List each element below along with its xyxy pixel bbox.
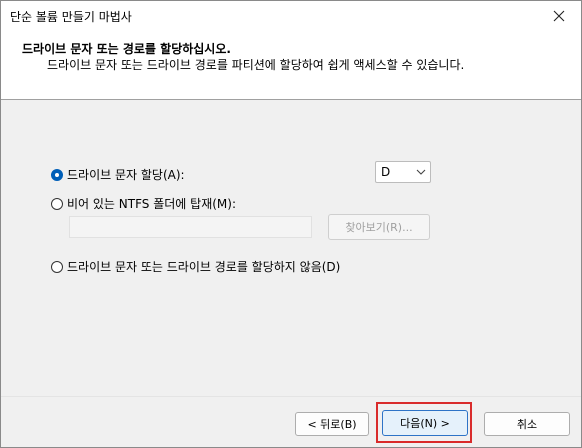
drive-letter-value: D xyxy=(381,165,391,179)
next-button[interactable]: 다음(N) > xyxy=(382,410,468,436)
mount-folder-radio[interactable] xyxy=(51,197,63,210)
mount-folder-label: 비어 있는 NTFS 폴더에 탑재(M): xyxy=(67,197,236,211)
folder-path-input[interactable] xyxy=(69,216,312,238)
browse-button[interactable]: 찾아보기(R)... xyxy=(328,214,430,240)
assign-letter-option[interactable]: 드라이브 문자 할당(A): xyxy=(51,166,185,183)
wizard-header: 드라이브 문자 또는 경로를 할당하십시오. 드라이브 문자 또는 드라이브 경… xyxy=(1,31,581,100)
header-subtitle: 드라이브 문자 또는 드라이브 경로를 파티션에 할당하여 쉽게 액세스할 수 … xyxy=(47,58,465,72)
title-bar: 단순 볼륨 만들기 마법사 xyxy=(1,1,581,31)
mount-folder-option[interactable]: 비어 있는 NTFS 폴더에 탑재(M): xyxy=(51,195,236,212)
cancel-button[interactable]: 취소 xyxy=(484,412,570,436)
back-button[interactable]: < 뒤로(B) xyxy=(295,412,369,436)
no-letter-label: 드라이브 문자 또는 드라이브 경로를 할당하지 않음(D) xyxy=(67,260,341,274)
no-letter-radio[interactable] xyxy=(51,260,63,273)
drive-letter-select[interactable]: D xyxy=(375,161,431,183)
assign-letter-label: 드라이브 문자 할당(A): xyxy=(67,168,185,182)
footer-divider xyxy=(1,396,581,397)
window-title: 단순 볼륨 만들기 마법사 xyxy=(10,10,132,24)
no-letter-option[interactable]: 드라이브 문자 또는 드라이브 경로를 할당하지 않음(D) xyxy=(51,258,340,275)
header-title: 드라이브 문자 또는 경로를 할당하십시오. xyxy=(22,42,231,56)
chevron-down-icon xyxy=(416,169,426,175)
close-button[interactable] xyxy=(537,1,581,31)
close-icon xyxy=(553,10,565,22)
wizard-window: 단순 볼륨 만들기 마법사 드라이브 문자 또는 경로를 할당하십시오. 드라이… xyxy=(0,0,582,448)
assign-letter-radio[interactable] xyxy=(51,168,63,181)
